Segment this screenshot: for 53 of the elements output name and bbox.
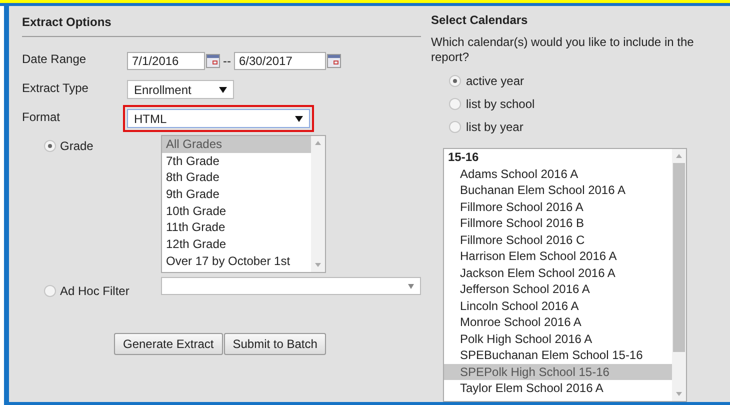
date-field[interactable]: 7/1/2016 (127, 52, 205, 70)
calendar-list[interactable] (443, 148, 687, 402)
list-item[interactable]: Over 17 by October 1st (162, 252, 311, 270)
radio-label: active year (466, 74, 524, 88)
list-item[interactable]: Fillmore School 2016 C (444, 232, 672, 248)
section-title: Select Calendars (431, 12, 529, 29)
radio-button[interactable] (449, 74, 461, 86)
action-button[interactable]: Submit to Batch (224, 333, 326, 355)
list-item[interactable]: 11th Grade (162, 219, 311, 236)
range-separator: -- (223, 54, 231, 68)
ad-hoc-filter-select[interactable] (161, 277, 421, 295)
radio-button[interactable] (449, 98, 461, 110)
radio-label: Ad Hoc Filter (60, 284, 130, 298)
list-item[interactable]: 7th Grade (162, 152, 311, 170)
radio-label: Grade (60, 139, 94, 153)
radio-label: list by school (466, 96, 535, 110)
radio-label: list by year (466, 120, 524, 134)
calendar-icon[interactable] (206, 54, 220, 68)
list-item[interactable]: Jefferson School 2016 A (444, 281, 672, 298)
field-label: Format (22, 110, 62, 124)
section-title: Extract Options (22, 14, 112, 31)
field-label: Extract Type (22, 80, 90, 94)
extract-type-select[interactable]: Enrollment (127, 80, 234, 99)
calendar-icon[interactable] (327, 54, 341, 68)
list-item[interactable]: Polk High School 2016 A (444, 330, 672, 347)
list-item[interactable]: All Grades (162, 136, 311, 153)
list-item[interactable]: Monroe School 2016 A (444, 314, 672, 330)
list-item[interactable]: SPEPolk High School 15-16 (444, 364, 672, 380)
list-item[interactable]: 10th Grade (162, 202, 311, 220)
list-item[interactable]: Adams School 2016 A (444, 166, 672, 182)
list-item[interactable]: Lincoln School 2016 A (444, 298, 672, 314)
question-text: Which calendar(s) would you like to include in the report? (431, 35, 695, 65)
list-item[interactable]: 12th Grade (162, 236, 311, 253)
radio-button[interactable] (44, 285, 56, 297)
list-item[interactable]: Jackson Elem School 2016 A (444, 264, 672, 281)
list-item[interactable]: Taylor Elem School 2016 A (444, 380, 672, 396)
radio-button[interactable] (449, 120, 461, 132)
list-item[interactable]: Harrison Elem School 2016 A (444, 248, 672, 264)
list-item[interactable]: Buchanan Elem School 2016 A (444, 182, 672, 198)
list-item[interactable]: Fillmore School 2016 B (444, 215, 672, 232)
list-item[interactable]: 8th Grade (162, 169, 311, 186)
date-field[interactable]: 6/30/2017 (234, 52, 326, 70)
format-select[interactable]: HTML (123, 105, 314, 132)
list-item[interactable]: Fillmore School 2016 A (444, 198, 672, 215)
list-item[interactable]: SPEBuchanan Elem School 15-16 (444, 347, 672, 364)
group-header: 15-16 (447, 149, 480, 166)
field-label: Date Range (22, 52, 88, 66)
radio-button[interactable] (44, 140, 56, 152)
list-item[interactable]: 9th Grade (162, 186, 311, 203)
scrollbar[interactable] (672, 149, 686, 401)
scrollbar[interactable] (311, 136, 325, 272)
grade-list[interactable]: All Grades 7th Grade 8th Grade 9th Grade 10th Grade 11th Grade 12th Grade Over 17 by October 1st (161, 135, 326, 273)
action-button[interactable]: Generate Extract (114, 333, 223, 355)
